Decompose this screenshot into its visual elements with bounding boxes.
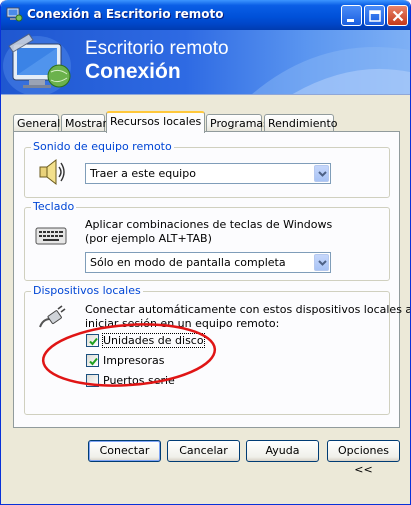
- cancel-button[interactable]: Cancelar: [167, 440, 240, 462]
- connect-button[interactable]: Conectar: [88, 440, 161, 462]
- checkbox-disk-drives[interactable]: Unidades de disco: [86, 333, 216, 348]
- rdp-window: Conexión a Escritorio remoto Escritorio …: [0, 0, 411, 505]
- keyboard-select[interactable]: Sólo en modo de pantalla completa: [85, 252, 331, 273]
- sound-group: Sonido de equipo remoto Traer a este equ…: [24, 140, 390, 198]
- checkbox-serial-ports[interactable]: Puertos serie: [86, 374, 216, 388]
- devices-group: Dispositivos locales Conectar automática…: [24, 284, 410, 415]
- banner-title: Escritorio remoto: [85, 38, 229, 59]
- speaker-icon: [39, 158, 65, 186]
- connect-button-label: Conectar: [99, 444, 150, 457]
- close-button[interactable]: [387, 5, 408, 26]
- maximize-icon: [369, 10, 381, 22]
- keyboard-icon: [35, 227, 67, 245]
- window-title: Conexión a Escritorio remoto: [27, 7, 224, 21]
- keyboard-group: Teclado Aplicar combinaciones de teclas …: [24, 200, 390, 281]
- printers-checkbox[interactable]: [86, 354, 99, 367]
- tab-mostrar[interactable]: Mostrar: [61, 114, 107, 132]
- options-button-label: Opciones <<: [338, 444, 389, 476]
- remote-desktop-icon: [6, 6, 23, 23]
- banner-subtitle: Conexión: [85, 60, 181, 83]
- tab-rendimiento[interactable]: Rendimiento: [264, 114, 337, 132]
- tab-recursos-locales[interactable]: Recursos locales: [106, 111, 205, 133]
- minimize-button[interactable]: [341, 5, 362, 26]
- keyboard-select-value: Sólo en modo de pantalla completa: [90, 256, 286, 269]
- checkbox-printers[interactable]: Impresoras: [86, 354, 216, 368]
- tab-panel-recursos-locales: Sonido de equipo remoto Traer a este equ…: [13, 131, 410, 428]
- serial-ports-label[interactable]: Puertos serie: [103, 374, 175, 387]
- devices-group-title: Dispositivos locales: [31, 284, 143, 297]
- sound-select-dropdown-button[interactable]: [314, 165, 329, 182]
- disk-drives-label[interactable]: Unidades de disco: [102, 333, 205, 348]
- header-banner: Escritorio remoto Conexión: [1, 30, 410, 95]
- chevron-down-icon: [318, 260, 327, 266]
- help-button[interactable]: Ayuda: [246, 440, 319, 462]
- keyboard-select-dropdown-button[interactable]: [314, 254, 329, 271]
- tab-general[interactable]: General: [13, 114, 60, 132]
- checkmark-icon: [89, 337, 98, 346]
- printers-label[interactable]: Impresoras: [103, 354, 164, 367]
- tab-programas[interactable]: Programas: [206, 114, 269, 132]
- options-button[interactable]: Opciones <<: [327, 440, 400, 476]
- cancel-button-label: Cancelar: [179, 444, 228, 457]
- help-button-label: Ayuda: [265, 444, 300, 457]
- serial-ports-checkbox[interactable]: [86, 374, 99, 387]
- plug-icon: [39, 305, 66, 328]
- globe-icon: [47, 64, 71, 88]
- keyboard-group-title: Teclado: [31, 200, 77, 213]
- sound-select-value: Traer a este equipo: [90, 167, 196, 180]
- devices-description-line2: iniciar sesión en un equipo remoto:: [85, 317, 280, 330]
- keyboard-description-line1: Aplicar combinaciones de teclas de Windo…: [85, 218, 333, 231]
- checkmark-icon: [89, 357, 98, 366]
- sound-group-title: Sonido de equipo remoto: [31, 140, 174, 153]
- disk-drives-checkbox[interactable]: [86, 334, 99, 347]
- keyboard-description-line2: (por ejemplo ALT+TAB): [85, 232, 212, 245]
- close-icon: [392, 10, 404, 22]
- sound-select[interactable]: Traer a este equipo: [85, 163, 331, 184]
- devices-description-line1: Conectar automáticamente con estos dispo…: [85, 303, 411, 316]
- minimize-icon: [347, 19, 354, 22]
- chevron-down-icon: [318, 171, 327, 177]
- maximize-button[interactable]: [364, 5, 385, 26]
- title-bar[interactable]: Conexión a Escritorio remoto: [1, 0, 410, 30]
